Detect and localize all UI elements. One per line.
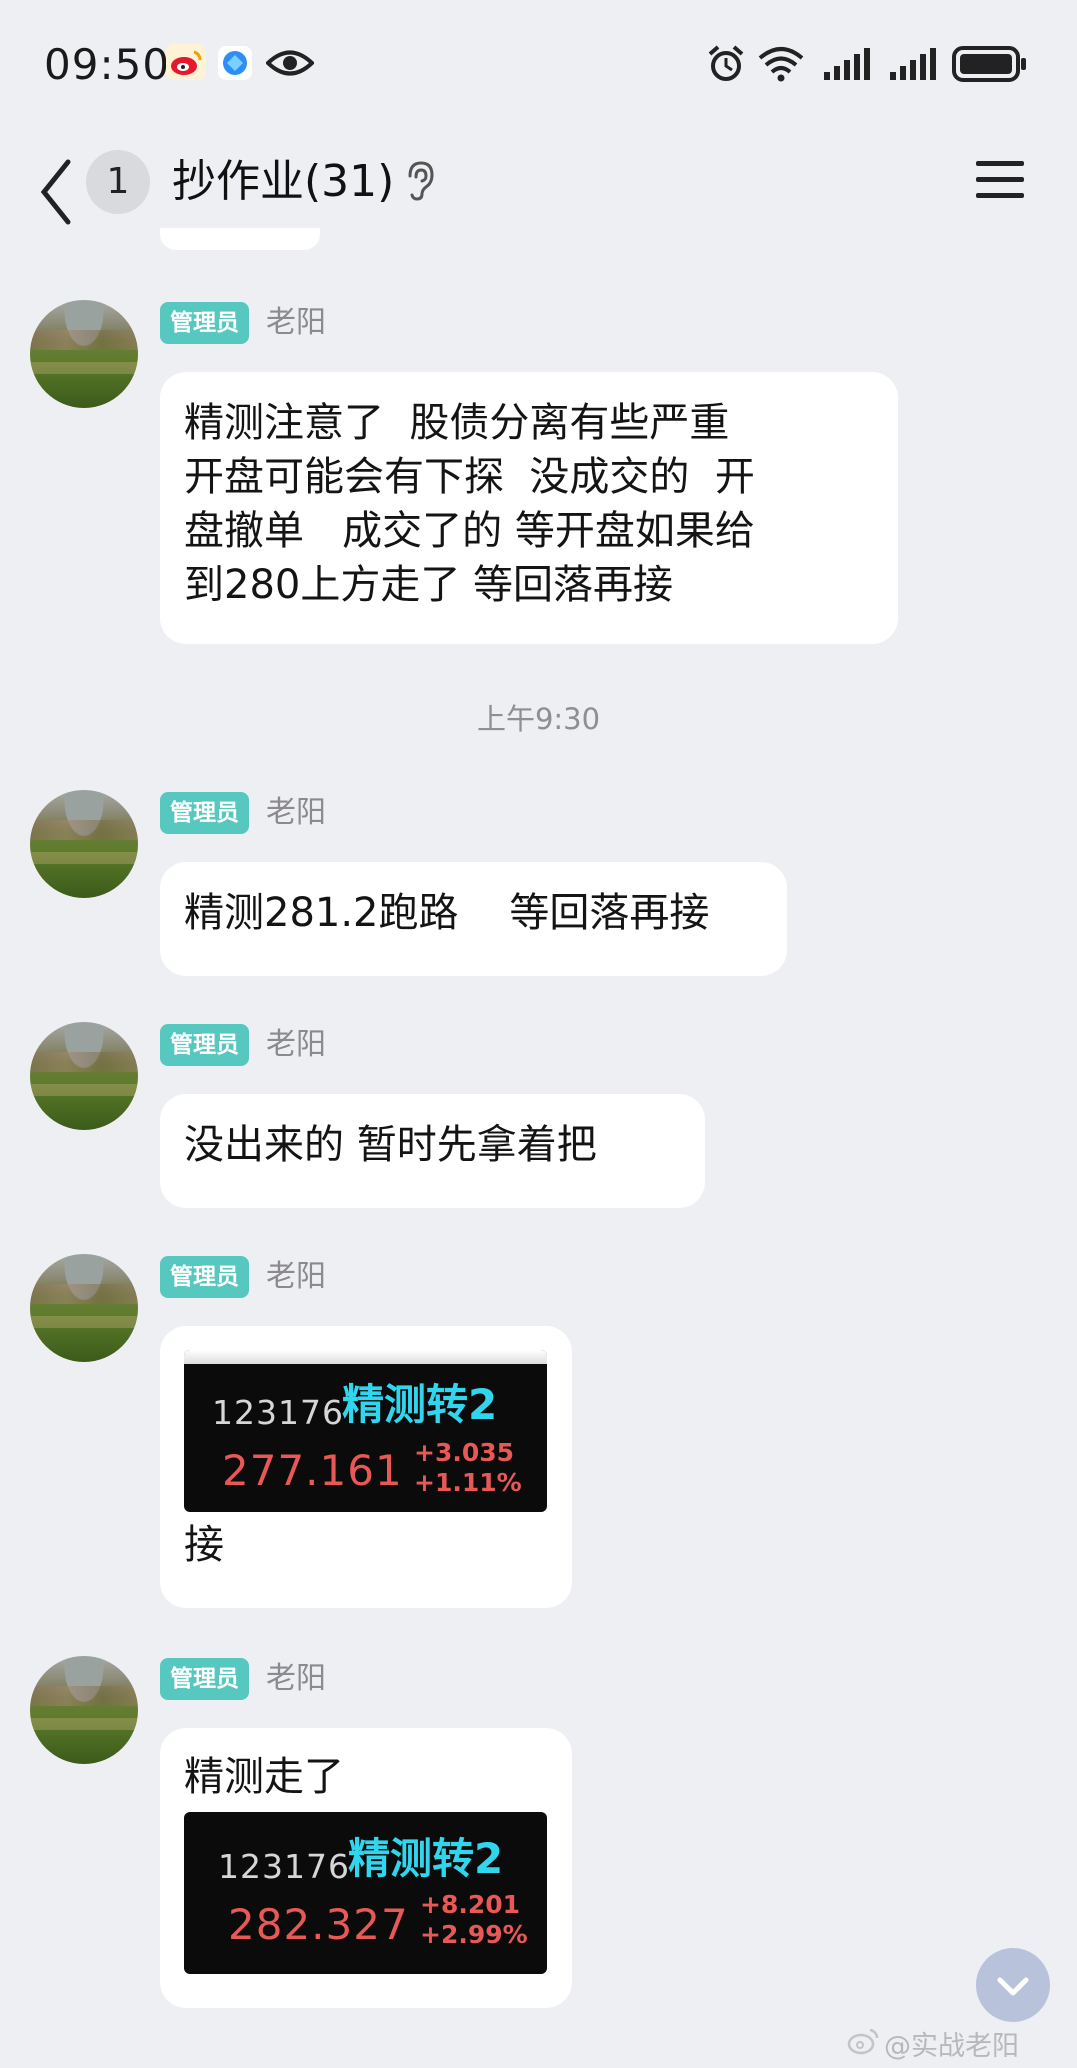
alarm-icon <box>708 45 744 81</box>
message-text: 精测281.2跑路 等回落再接 <box>184 890 710 936</box>
stock-change: +8.201 +2.99% <box>420 1890 528 1950</box>
stock-change: +3.035 +1.11% <box>414 1438 522 1498</box>
message-bubble[interactable]: 没出来的 暂时先拿着把 <box>160 1094 705 1208</box>
message-bubble[interactable]: 精测走了 123176 精测转2 282.327 +8.201 +2.99% <box>160 1728 572 2008</box>
admin-tag: 管理员 <box>160 1024 249 1066</box>
weibo-watermark-icon <box>847 2028 879 2055</box>
back-icon[interactable] <box>36 152 80 232</box>
stock-change-pct: +2.99% <box>420 1920 528 1949</box>
battery-icon <box>952 46 1026 82</box>
signal-icon <box>890 48 936 80</box>
message-bubble[interactable]: 精测281.2跑路 等回落再接 <box>160 862 787 976</box>
admin-tag: 管理员 <box>160 302 249 344</box>
message-text: 精测注意了 股债分离有些严重 开盘可能会有下探 没成交的 开 盘撤单 成交了的 … <box>184 400 755 608</box>
sender-name: 老阳 <box>266 305 326 340</box>
menu-icon[interactable] <box>974 158 1026 202</box>
stock-name: 精测转2 <box>348 1834 504 1883</box>
scroll-to-bottom-button[interactable] <box>976 1948 1050 2022</box>
admin-tag: 管理员 <box>160 1256 249 1298</box>
stock-code: 123176 <box>218 1847 350 1886</box>
sender-name: 老阳 <box>266 1259 326 1294</box>
avatar[interactable] <box>30 300 138 408</box>
avatar[interactable] <box>30 1656 138 1764</box>
stock-name: 精测转2 <box>342 1380 498 1429</box>
stock-code: 123176 <box>212 1393 344 1432</box>
message-bubble[interactable]: 123176 精测转2 277.161 +3.035 +1.11% 接 <box>160 1326 572 1608</box>
signal-icon <box>824 48 870 80</box>
stock-change-pct: +1.11% <box>414 1468 522 1497</box>
message-text: 接 <box>184 1522 224 1568</box>
avatar[interactable] <box>30 1022 138 1130</box>
watermark: @实战老阳 <box>884 2031 1019 2062</box>
status-time: 09:50 <box>44 40 171 89</box>
chat-title[interactable]: 抄作业(31) <box>172 150 394 214</box>
avatar[interactable] <box>30 1254 138 1362</box>
stock-change-value: +3.035 <box>414 1438 515 1467</box>
sender-name: 老阳 <box>266 795 326 830</box>
admin-tag: 管理员 <box>160 1658 249 1700</box>
weibo-icon <box>166 44 206 80</box>
stock-quote-image[interactable]: 123176 精测转2 277.161 +3.035 +1.11% <box>184 1350 547 1512</box>
admin-tag: 管理员 <box>160 792 249 834</box>
chevron-down-icon <box>997 1977 1029 1996</box>
previous-message-bubble <box>160 228 320 250</box>
time-divider: 上午9:30 <box>476 702 601 736</box>
sender-name: 老阳 <box>266 1661 326 1696</box>
image-crop-strip <box>184 1350 547 1364</box>
browser-icon <box>218 46 252 80</box>
unread-count-badge[interactable]: 1 <box>86 150 150 214</box>
stock-price: 282.327 <box>228 1900 409 1949</box>
message-text: 没出来的 暂时先拿着把 <box>184 1122 597 1168</box>
ear-icon[interactable] <box>404 160 436 202</box>
eye-icon <box>266 50 314 76</box>
stock-price: 277.161 <box>222 1446 403 1495</box>
avatar[interactable] <box>30 790 138 898</box>
stock-quote-image[interactable]: 123176 精测转2 282.327 +8.201 +2.99% <box>184 1812 547 1974</box>
sender-name: 老阳 <box>266 1027 326 1062</box>
wifi-icon <box>758 47 804 82</box>
message-bubble[interactable]: 精测注意了 股债分离有些严重 开盘可能会有下探 没成交的 开 盘撤单 成交了的 … <box>160 372 898 644</box>
stock-change-value: +8.201 <box>420 1890 521 1919</box>
message-text: 精测走了 <box>184 1754 344 1800</box>
status-bar: 09:50 <box>0 0 1077 130</box>
